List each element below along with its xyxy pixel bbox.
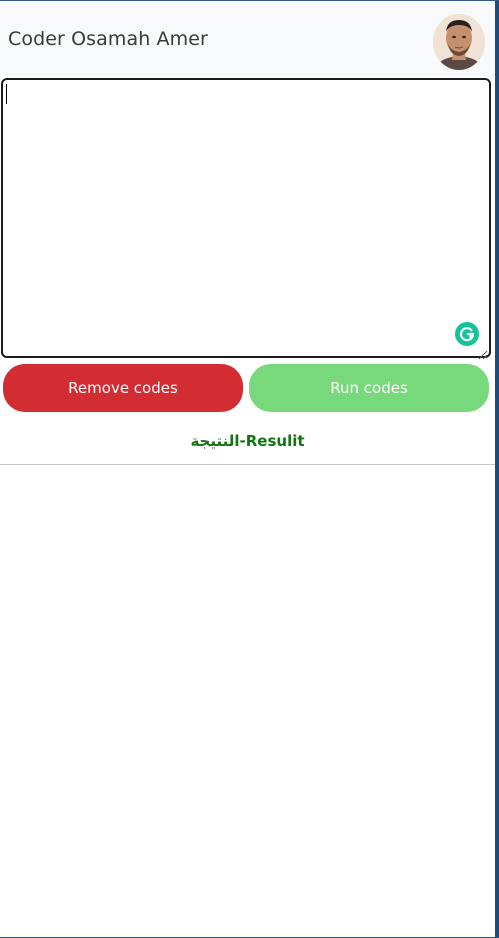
code-editor[interactable] [1, 78, 491, 358]
result-output-panel [0, 465, 495, 937]
avatar-photo-icon [433, 14, 485, 70]
grammarly-glyph [459, 327, 475, 342]
remove-codes-button[interactable]: Remove codes [3, 364, 243, 412]
app-frame: Coder Osamah Amer Remove codes Run codes… [0, 0, 499, 938]
avatar[interactable] [433, 14, 485, 70]
window-edge [495, 1, 499, 937]
brand-title[interactable]: Coder Osamah Amer [8, 28, 208, 50]
run-codes-button[interactable]: Run codes [249, 364, 489, 412]
grammarly-icon[interactable] [455, 322, 479, 346]
navbar: Coder Osamah Amer [0, 2, 495, 76]
result-heading: النتيجة-Resulit [190, 432, 305, 450]
resize-grip-icon[interactable] [478, 345, 488, 360]
text-caret [6, 84, 7, 104]
